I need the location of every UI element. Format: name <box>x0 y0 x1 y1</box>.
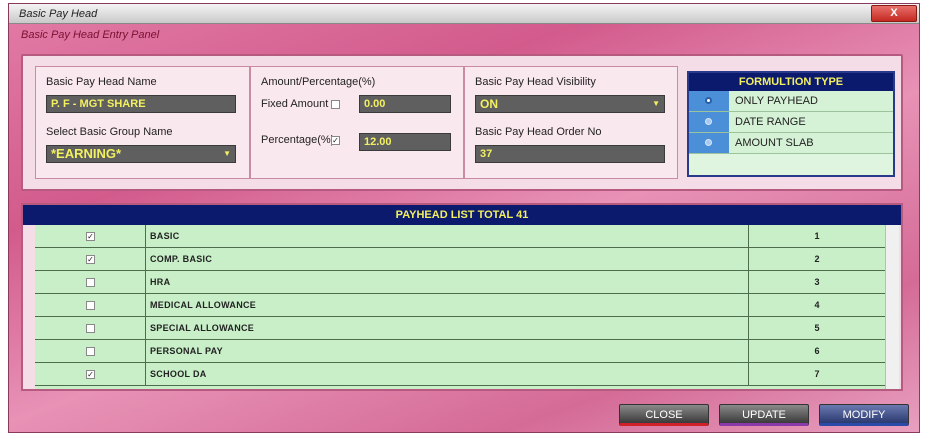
formulation-option-date-range[interactable]: DATE RANGE <box>689 112 893 133</box>
group-name-label: Select Basic Group Name <box>46 126 173 138</box>
payhead-name-cell: SCHOOL DA <box>146 363 749 385</box>
formulation-option-label: ONLY PAYHEAD <box>735 95 818 107</box>
formulation-option-only-payhead[interactable]: ONLY PAYHEAD <box>689 91 893 112</box>
row-checkbox[interactable]: ✓ <box>86 255 95 264</box>
order-no-input[interactable]: 37 <box>475 145 665 163</box>
visibility-select[interactable]: ON ▼ <box>475 95 665 113</box>
amount-percentage-label: Amount/Percentage(%) <box>261 76 376 88</box>
modify-button[interactable]: MODIFY <box>819 404 909 426</box>
entry-panel: Basic Pay Head Name P. F - MGT SHARE Sel… <box>21 54 903 191</box>
radio-icon[interactable] <box>705 97 712 104</box>
payhead-order-cell: 3 <box>814 277 820 287</box>
amount-column: Amount/Percentage(%) Fixed Amount 0.00 P… <box>250 66 464 179</box>
check-icon: ✓ <box>87 370 94 379</box>
visibility-label: Basic Pay Head Visibility <box>475 76 596 88</box>
check-icon: ✓ <box>87 255 94 264</box>
chevron-down-icon: ▼ <box>223 149 231 158</box>
table-row[interactable]: ✓ BASIC 1 <box>35 225 885 248</box>
row-checkbox[interactable] <box>86 301 95 310</box>
name-column: Basic Pay Head Name P. F - MGT SHARE Sel… <box>35 66 250 179</box>
payhead-name-cell: HRA <box>146 271 749 293</box>
percentage-input[interactable]: 12.00 <box>359 133 451 151</box>
table-row[interactable]: MEDICAL ALLOWANCE 4 <box>35 294 885 317</box>
row-checkbox[interactable]: ✓ <box>86 370 95 379</box>
radio-icon[interactable] <box>705 139 712 146</box>
table-row[interactable]: ✓ SCHOOL DA 7 <box>35 363 885 386</box>
payhead-order-cell: 5 <box>814 323 820 333</box>
table-row[interactable]: ✓ COMP. BASIC 2 <box>35 248 885 271</box>
fixed-amount-label: Fixed Amount <box>261 98 329 110</box>
payhead-order-cell: 2 <box>814 254 820 264</box>
payhead-order-cell: 1 <box>814 231 820 241</box>
percentage-checkbox[interactable]: ✓ <box>331 136 340 145</box>
window-close-button[interactable]: X <box>871 5 917 22</box>
payhead-name-cell: SPECIAL ALLOWANCE <box>146 317 749 339</box>
visibility-column: Basic Pay Head Visibility ON ▼ Basic Pay… <box>464 66 678 179</box>
payhead-order-cell: 7 <box>814 369 820 379</box>
formulation-option-label: DATE RANGE <box>735 116 806 128</box>
formulation-option-amount-slab[interactable]: AMOUNT SLAB <box>689 133 893 154</box>
check-icon: ✓ <box>332 136 339 145</box>
row-checkbox[interactable] <box>86 278 95 287</box>
fixed-amount-input[interactable]: 0.00 <box>359 95 451 113</box>
table-row[interactable]: PERSONAL PAY 6 <box>35 340 885 363</box>
row-checkbox[interactable]: ✓ <box>86 232 95 241</box>
group-name-value: *EARNING* <box>51 146 122 161</box>
payhead-name-cell: BASIC <box>146 225 749 247</box>
payhead-list-title: PAYHEAD LIST TOTAL 41 <box>23 205 901 225</box>
close-button[interactable]: CLOSE <box>619 404 709 426</box>
table-row[interactable]: SPECIAL ALLOWANCE 5 <box>35 317 885 340</box>
radio-icon[interactable] <box>705 118 712 125</box>
pay-head-name-label: Basic Pay Head Name <box>46 76 157 88</box>
window-title: Basic Pay Head <box>19 8 98 20</box>
formulation-option-label: AMOUNT SLAB <box>735 137 814 149</box>
percentage-label: Percentage(%) <box>261 134 335 146</box>
payhead-name-cell: PERSONAL PAY <box>146 340 749 362</box>
update-button[interactable]: UPDATE <box>719 404 809 426</box>
check-icon: ✓ <box>87 232 94 241</box>
title-bar: Basic Pay Head X <box>9 4 919 24</box>
row-checkbox[interactable] <box>86 324 95 333</box>
payhead-order-cell: 4 <box>814 300 820 310</box>
pay-head-window: Basic Pay Head X Basic Pay Head Entry Pa… <box>8 3 920 433</box>
list-scrollbar[interactable] <box>885 225 899 389</box>
payhead-name-cell: MEDICAL ALLOWANCE <box>146 294 749 316</box>
order-no-label: Basic Pay Head Order No <box>475 126 602 138</box>
chevron-down-icon: ▼ <box>652 99 660 108</box>
row-checkbox[interactable] <box>86 347 95 356</box>
formulation-type-panel: FORMULTION TYPE ONLY PAYHEAD DATE RANGE … <box>687 71 895 177</box>
payhead-name-cell: COMP. BASIC <box>146 248 749 270</box>
pay-head-name-input[interactable]: P. F - MGT SHARE <box>46 95 236 113</box>
formulation-type-title: FORMULTION TYPE <box>689 73 893 91</box>
panel-title: Basic Pay Head Entry Panel <box>21 29 160 41</box>
payhead-order-cell: 6 <box>814 346 820 356</box>
visibility-value: ON <box>480 97 498 111</box>
fixed-amount-checkbox[interactable] <box>331 100 340 109</box>
payhead-list-panel: PAYHEAD LIST TOTAL 41 ✓ BASIC 1 ✓ COMP. … <box>21 203 903 391</box>
payhead-list: ✓ BASIC 1 ✓ COMP. BASIC 2 HRA 3 MEDICAL … <box>35 225 885 389</box>
table-row[interactable]: HRA 3 <box>35 271 885 294</box>
group-name-select[interactable]: *EARNING* ▼ <box>46 145 236 163</box>
